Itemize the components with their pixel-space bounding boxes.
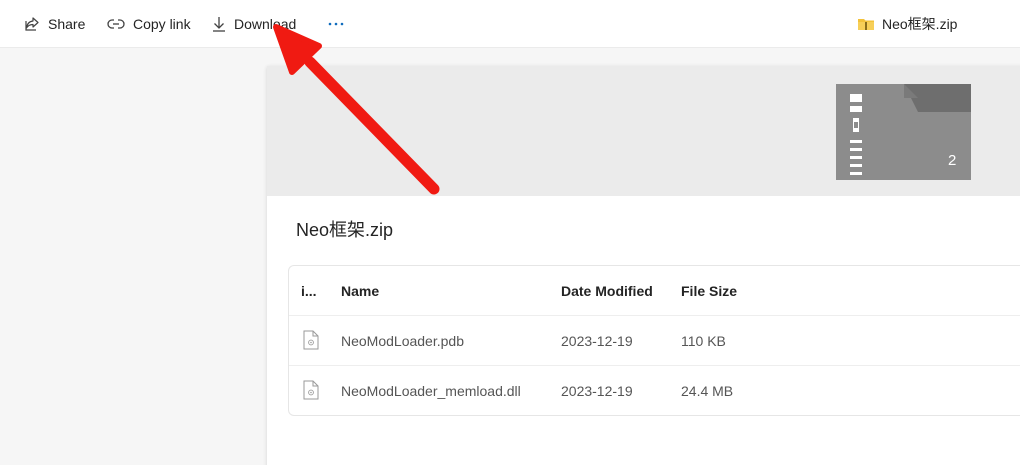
zip-archive-icon: [836, 84, 971, 185]
file-size: 110 KB: [681, 333, 726, 349]
copy-link-label: Copy link: [133, 16, 191, 32]
column-header-name[interactable]: Name: [341, 283, 379, 299]
archive-title: Neo框架.zip: [296, 220, 394, 240]
table-row[interactable]: NeoModLoader.pdb 2023-12-19 110 KB: [289, 316, 1020, 366]
download-button[interactable]: Download: [212, 12, 296, 36]
share-label: Share: [48, 16, 86, 32]
item-count-badge: 2: [948, 152, 957, 169]
file-name[interactable]: NeoModLoader.pdb: [341, 333, 464, 349]
file-date-modified: 2023-12-19: [561, 333, 633, 349]
command-bar: Share Copy link Download Neo框架.zip: [0, 0, 1020, 48]
more-options-button[interactable]: [326, 12, 346, 36]
share-button[interactable]: Share: [24, 12, 85, 36]
file-icon: [303, 330, 319, 355]
download-icon: [212, 16, 226, 32]
file-icon: [303, 380, 319, 405]
column-header-icon[interactable]: i...: [301, 283, 317, 299]
file-name-indicator: Neo框架.zip: [858, 12, 957, 36]
file-name-label: Neo框架.zip: [882, 16, 958, 32]
archive-preview-panel: 2 Neo框架.zip i... Name Date Modified File…: [267, 66, 1020, 465]
download-label: Download: [234, 16, 297, 32]
preview-header: 2: [267, 66, 1020, 196]
column-header-date-modified[interactable]: Date Modified: [561, 283, 653, 299]
copy-link-button[interactable]: Copy link: [107, 12, 191, 36]
more-icon: [328, 22, 344, 26]
column-header-file-size[interactable]: File Size: [681, 283, 737, 299]
share-icon: [24, 16, 40, 32]
table-row[interactable]: NeoModLoader_memload.dll 2023-12-19 24.4…: [289, 366, 1020, 416]
table-header-row: i... Name Date Modified File Size: [289, 266, 1020, 316]
file-name[interactable]: NeoModLoader_memload.dll: [341, 383, 521, 399]
zip-folder-icon: [858, 17, 874, 31]
link-icon: [107, 16, 125, 32]
file-date-modified: 2023-12-19: [561, 383, 633, 399]
file-size: 24.4 MB: [681, 383, 734, 399]
file-list-table: i... Name Date Modified File Size NeoMod…: [288, 265, 1020, 416]
